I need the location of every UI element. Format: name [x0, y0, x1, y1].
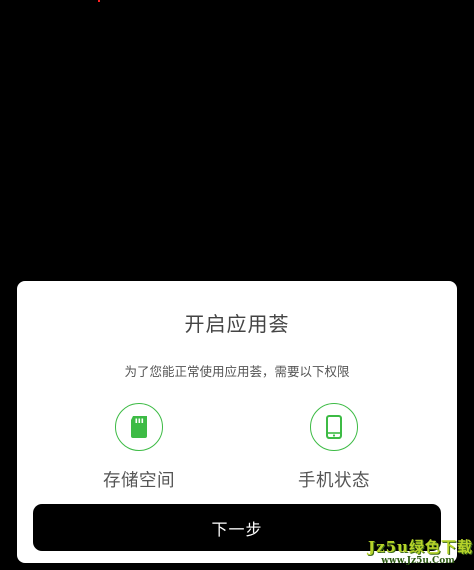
permission-storage: 存储空间	[79, 403, 199, 492]
dialog-subtitle: 为了您能正常使用应用荟，需要以下权限	[124, 364, 350, 379]
dialog-title: 开启应用荟	[184, 312, 290, 336]
watermark-main-text: Jz5u绿色下载	[368, 538, 473, 556]
permission-phone-state-label: 手机状态	[298, 471, 370, 491]
status-dot	[98, 0, 100, 2]
permission-storage-label: 存储空间	[103, 471, 175, 491]
watermark-sub-text: www.Jz5u.Com	[381, 556, 455, 566]
watermark-logo: Jz5u绿色下载 www.Jz5u.Com	[368, 536, 473, 566]
sd-card-icon	[115, 403, 163, 451]
permission-dialog: 开启应用荟 为了您能正常使用应用荟，需要以下权限 存储空间 手机状态 下一步	[17, 281, 457, 563]
permission-phone-state: 手机状态	[274, 403, 394, 492]
phone-icon	[310, 403, 358, 451]
